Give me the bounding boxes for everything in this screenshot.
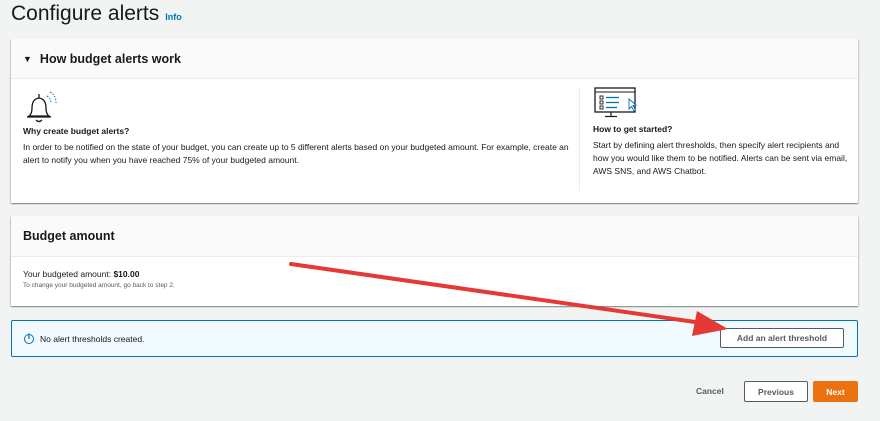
how-heading: How to get started?: [593, 124, 673, 134]
how-budget-alerts-title: How budget alerts work: [39, 51, 181, 66]
why-text: In order to be notified on the state of …: [23, 142, 569, 165]
no-thresholds-text: No alert thresholds created.: [40, 333, 145, 344]
add-alert-threshold-button[interactable]: Add an alert threshold: [720, 328, 844, 348]
how-budget-alerts-panel: ▼ How budget alerts work Why create budg…: [11, 39, 858, 203]
info-link[interactable]: Info: [165, 12, 182, 22]
no-thresholds-alert: No alert thresholds created. Add an aler…: [11, 320, 858, 357]
budgeted-amount-value: $10.00: [113, 269, 140, 279]
page-title-text: Configure alerts: [11, 2, 160, 25]
why-column: Why create budget alerts? In order to be…: [23, 91, 571, 167]
monitor-checklist-icon: [594, 87, 638, 118]
cancel-button[interactable]: Cancel: [690, 381, 730, 401]
caret-down-icon[interactable]: ▼: [23, 54, 32, 64]
budgeted-amount-hint: To change your budgeted amount, go back …: [23, 282, 175, 289]
budgeted-amount-label: Your budgeted amount:: [23, 269, 112, 279]
budgeted-amount-line: Your budgeted amount: $10.00: [23, 269, 846, 279]
info-circle-icon: [24, 333, 34, 344]
budget-amount-panel: Budget amount Your budgeted amount: $10.…: [11, 216, 858, 306]
why-heading: Why create budget alerts?: [23, 126, 130, 136]
previous-button[interactable]: Previous: [744, 381, 808, 402]
how-column: How to get started? Start by defining al…: [593, 87, 855, 178]
how-text: Start by defining alert thresholds, then…: [593, 140, 848, 176]
budget-amount-title: Budget amount: [23, 229, 115, 243]
next-button[interactable]: Next: [813, 381, 858, 402]
how-budget-alerts-header[interactable]: ▼ How budget alerts work: [11, 39, 858, 79]
column-divider: [579, 87, 580, 191]
page-title: Configure alerts Info: [11, 2, 182, 26]
budget-amount-header: Budget amount: [11, 216, 858, 257]
bell-icon: [26, 91, 57, 123]
